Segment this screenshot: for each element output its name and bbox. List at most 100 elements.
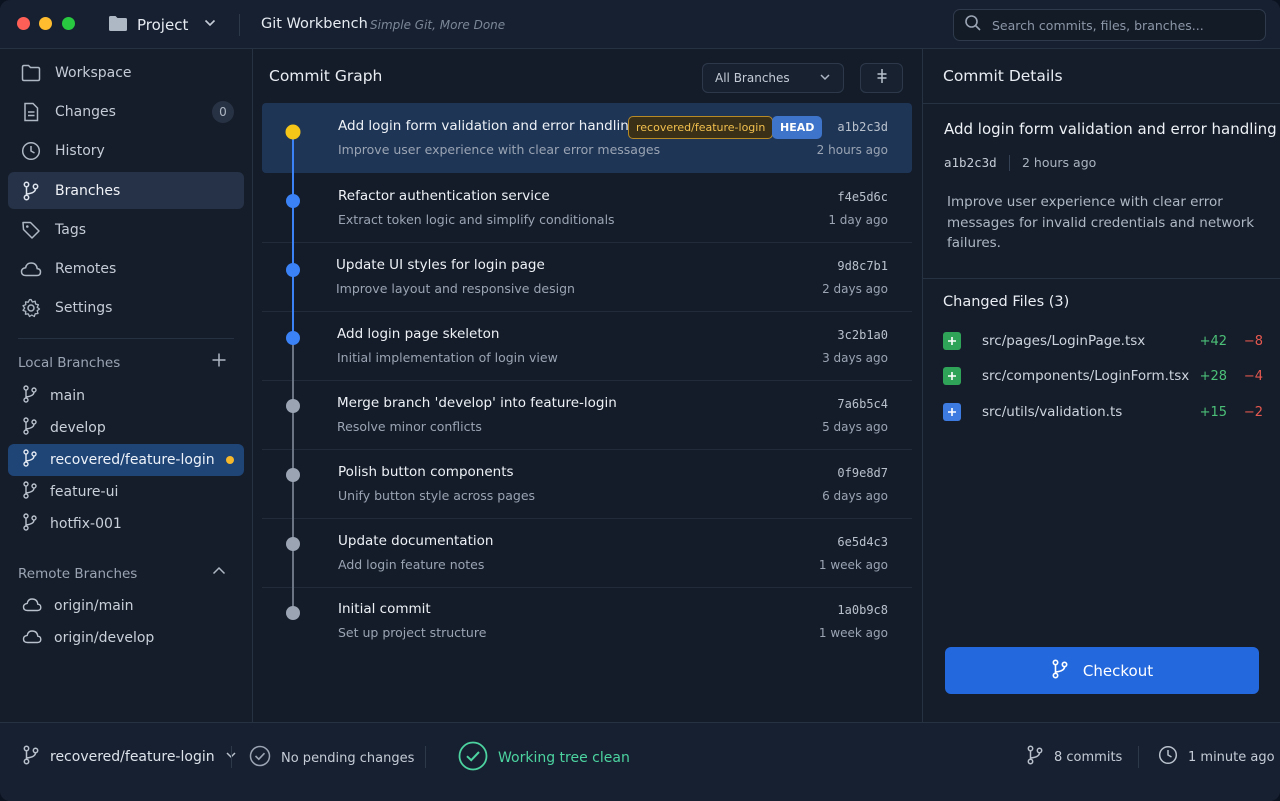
plus-icon xyxy=(211,352,227,372)
local-branch-item-current[interactable]: recovered/feature-login xyxy=(8,444,244,476)
branch-icon xyxy=(22,385,38,407)
graph-options-button[interactable] xyxy=(860,63,903,93)
changed-file-row[interactable]: src/utils/validation.ts +15 −2 xyxy=(943,401,1263,423)
branch-icon xyxy=(1026,745,1044,769)
commit-time: 1 week ago xyxy=(818,558,888,572)
branch-label: hotfix-001 xyxy=(50,516,122,532)
commit-row[interactable]: Polish button components Unify button st… xyxy=(262,449,912,519)
commit-row[interactable]: Update UI styles for login page Improve … xyxy=(262,242,912,312)
changed-file-row[interactable]: src/pages/LoginPage.tsx +42 −8 xyxy=(943,330,1263,352)
file-name: src/pages/LoginPage.tsx xyxy=(982,333,1146,349)
commit-message: Improve user experience with clear error… xyxy=(338,142,661,157)
sidebar-item-remotes[interactable]: Remotes xyxy=(8,250,244,287)
branch-label: origin/develop xyxy=(54,630,155,646)
branch-icon xyxy=(20,180,42,202)
local-branch-item[interactable]: feature-ui xyxy=(8,476,244,508)
commit-row[interactable]: Add login page skeleton Initial implemen… xyxy=(262,311,912,381)
commit-row[interactable]: Refactor authentication service Extract … xyxy=(262,173,912,243)
folder-icon xyxy=(108,15,128,36)
commit-message: Extract token logic and simplify conditi… xyxy=(338,212,615,227)
commit-hash: f4e5d6c xyxy=(837,190,888,204)
commit-hash: 0f9e8d7 xyxy=(837,466,888,480)
working-tree-label: Working tree clean xyxy=(498,750,630,766)
collapse-remote-button[interactable] xyxy=(208,562,230,584)
minimize-window-button[interactable] xyxy=(39,17,52,30)
clock-icon xyxy=(1158,745,1178,769)
current-branch-dot xyxy=(226,456,234,464)
check-circle-icon xyxy=(249,745,271,771)
local-branch-item[interactable]: hotfix-001 xyxy=(8,508,244,540)
last-updated-status: 1 minute ago xyxy=(1158,745,1275,769)
lines-added: +15 xyxy=(1199,404,1227,420)
commit-row-selected[interactable]: Add login form validation and error hand… xyxy=(262,103,912,173)
remote-branch-item[interactable]: origin/develop xyxy=(8,622,244,654)
search-box[interactable] xyxy=(953,9,1266,41)
commit-row[interactable]: Update documentation Add login feature n… xyxy=(262,518,912,588)
branch-filter-dropdown[interactable]: All Branches xyxy=(702,63,844,93)
commit-hash: 6e5d4c3 xyxy=(837,535,888,549)
sidebar-item-workspace[interactable]: Workspace xyxy=(8,54,244,91)
remote-branches-title: Remote Branches xyxy=(18,566,138,582)
sidebar-item-label: Changes xyxy=(55,103,116,120)
commit-time: 5 days ago xyxy=(822,420,888,434)
cloud-icon xyxy=(22,629,42,648)
sidebar-item-settings[interactable]: Settings xyxy=(8,289,244,326)
lines-removed: −4 xyxy=(1243,368,1263,384)
commit-count-label: 8 commits xyxy=(1054,749,1123,765)
file-modified-icon xyxy=(943,403,961,421)
cloud-icon xyxy=(20,258,42,280)
changed-file-row[interactable]: src/components/LoginForm.tsx +28 −4 xyxy=(943,365,1263,387)
commit-row[interactable]: Merge branch 'develop' into feature-logi… xyxy=(262,380,912,450)
sidebar-item-label: Branches xyxy=(55,182,121,199)
details-divider xyxy=(923,103,1280,104)
add-branch-button[interactable] xyxy=(208,351,230,373)
project-selector[interactable]: Project xyxy=(108,13,217,37)
local-branch-item[interactable]: main xyxy=(8,380,244,412)
current-branch-selector[interactable]: recovered/feature-login xyxy=(22,745,237,769)
branch-icon xyxy=(22,449,38,471)
status-divider xyxy=(231,746,232,768)
search-input[interactable] xyxy=(992,17,1252,33)
details-commit-time: 2 hours ago xyxy=(1022,155,1097,170)
commit-title: Add login page skeleton xyxy=(337,326,500,342)
sidebar-item-changes[interactable]: Changes 0 xyxy=(8,93,244,130)
gear-icon xyxy=(20,297,42,319)
details-description: Improve user experience with clear error… xyxy=(947,194,1255,251)
details-meta-divider xyxy=(1009,155,1010,171)
tag-icon xyxy=(20,219,42,241)
branch-filter-label: All Branches xyxy=(715,71,790,85)
title-divider xyxy=(239,14,240,36)
branch-label: recovered/feature-login xyxy=(50,452,215,468)
head-tag: HEAD xyxy=(772,116,823,139)
branch-icon xyxy=(1051,658,1069,683)
maximize-window-button[interactable] xyxy=(62,17,75,30)
sidebar-item-label: History xyxy=(55,142,105,159)
commit-time: 1 week ago xyxy=(818,626,888,640)
sidebar-item-history[interactable]: History xyxy=(8,132,244,169)
changed-files-title: Changed Files (3) xyxy=(943,294,1070,310)
pending-changes-label: No pending changes xyxy=(281,750,415,766)
details-divider xyxy=(923,278,1280,279)
sidebar-item-label: Remotes xyxy=(55,260,117,277)
commit-message: Unify button style across pages xyxy=(338,488,536,503)
commit-message: Resolve minor conflicts xyxy=(337,419,482,434)
commit-hash: 7a6b5c4 xyxy=(837,397,888,411)
lines-added: +28 xyxy=(1199,368,1227,384)
sidebar-item-branches[interactable]: Branches xyxy=(8,172,244,209)
checkout-button[interactable]: Checkout xyxy=(945,647,1259,694)
commit-title: Update UI styles for login page xyxy=(336,257,545,273)
sidebar-item-label: Tags xyxy=(55,221,86,238)
remote-branch-item[interactable]: origin/main xyxy=(8,590,244,622)
commit-graph-title: Commit Graph xyxy=(269,67,383,85)
pending-changes-status: No pending changes xyxy=(249,745,414,771)
local-branch-item[interactable]: develop xyxy=(8,412,244,444)
sidebar-item-tags[interactable]: Tags xyxy=(8,211,244,248)
commit-row[interactable]: Initial commit Set up project structure … xyxy=(262,586,912,656)
sidebar-item-label: Settings xyxy=(55,299,113,316)
commit-title: Initial commit xyxy=(338,601,431,617)
close-window-button[interactable] xyxy=(17,17,30,30)
lines-removed: −8 xyxy=(1243,333,1263,349)
check-circle-icon xyxy=(458,741,488,775)
branch-icon xyxy=(22,481,38,503)
details-commit-title: Add login form validation and error hand… xyxy=(944,120,1277,138)
